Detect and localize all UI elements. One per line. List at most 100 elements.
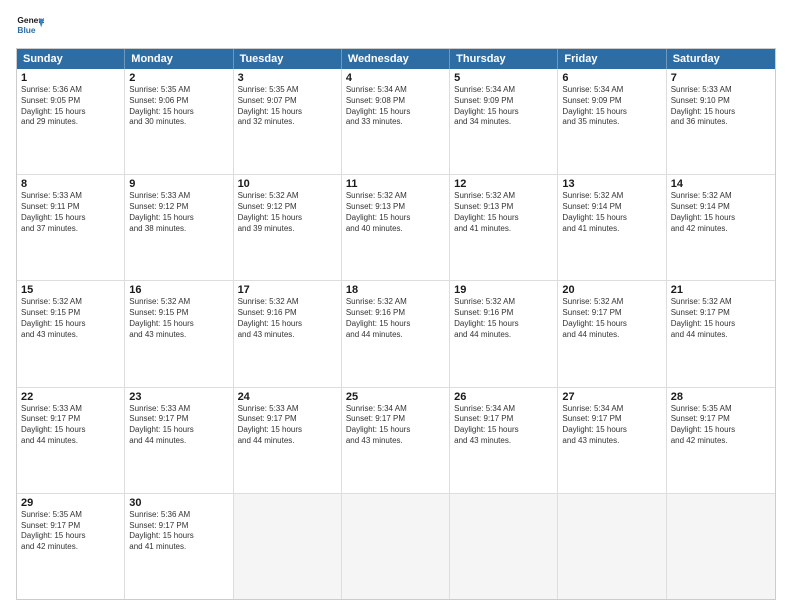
day-number: 26 (454, 391, 553, 403)
day-info: Sunrise: 5:36 AM Sunset: 9:17 PM Dayligh… (129, 510, 228, 553)
day-number: 1 (21, 72, 120, 84)
day-number: 30 (129, 497, 228, 509)
day-info: Sunrise: 5:33 AM Sunset: 9:17 PM Dayligh… (21, 404, 120, 447)
cal-cell-empty-4-4 (450, 494, 558, 599)
cal-cell-19: 19Sunrise: 5:32 AM Sunset: 9:16 PM Dayli… (450, 281, 558, 386)
day-info: Sunrise: 5:35 AM Sunset: 9:07 PM Dayligh… (238, 85, 337, 128)
cal-cell-4: 4Sunrise: 5:34 AM Sunset: 9:08 PM Daylig… (342, 69, 450, 174)
day-number: 8 (21, 178, 120, 190)
svg-text:Blue: Blue (17, 25, 35, 35)
logo-icon: General Blue (16, 12, 44, 40)
cal-cell-30: 30Sunrise: 5:36 AM Sunset: 9:17 PM Dayli… (125, 494, 233, 599)
day-number: 4 (346, 72, 445, 84)
cal-cell-empty-4-6 (667, 494, 775, 599)
day-info: Sunrise: 5:34 AM Sunset: 9:17 PM Dayligh… (562, 404, 661, 447)
day-info: Sunrise: 5:32 AM Sunset: 9:17 PM Dayligh… (562, 297, 661, 340)
cal-cell-8: 8Sunrise: 5:33 AM Sunset: 9:11 PM Daylig… (17, 175, 125, 280)
day-info: Sunrise: 5:32 AM Sunset: 9:15 PM Dayligh… (129, 297, 228, 340)
day-info: Sunrise: 5:32 AM Sunset: 9:14 PM Dayligh… (671, 191, 771, 234)
cal-cell-14: 14Sunrise: 5:32 AM Sunset: 9:14 PM Dayli… (667, 175, 775, 280)
cal-cell-empty-4-2 (234, 494, 342, 599)
cal-cell-11: 11Sunrise: 5:32 AM Sunset: 9:13 PM Dayli… (342, 175, 450, 280)
header: General Blue (16, 12, 776, 40)
cal-cell-18: 18Sunrise: 5:32 AM Sunset: 9:16 PM Dayli… (342, 281, 450, 386)
day-number: 16 (129, 284, 228, 296)
cal-cell-12: 12Sunrise: 5:32 AM Sunset: 9:13 PM Dayli… (450, 175, 558, 280)
day-number: 22 (21, 391, 120, 403)
calendar-row-0: 1Sunrise: 5:36 AM Sunset: 9:05 PM Daylig… (17, 69, 775, 175)
day-number: 29 (21, 497, 120, 509)
day-number: 9 (129, 178, 228, 190)
day-number: 24 (238, 391, 337, 403)
day-number: 21 (671, 284, 771, 296)
day-number: 7 (671, 72, 771, 84)
cal-cell-26: 26Sunrise: 5:34 AM Sunset: 9:17 PM Dayli… (450, 388, 558, 493)
calendar-header: SundayMondayTuesdayWednesdayThursdayFrid… (17, 49, 775, 69)
day-info: Sunrise: 5:32 AM Sunset: 9:12 PM Dayligh… (238, 191, 337, 234)
day-info: Sunrise: 5:32 AM Sunset: 9:16 PM Dayligh… (346, 297, 445, 340)
day-number: 14 (671, 178, 771, 190)
day-info: Sunrise: 5:33 AM Sunset: 9:10 PM Dayligh… (671, 85, 771, 128)
day-number: 17 (238, 284, 337, 296)
cal-cell-17: 17Sunrise: 5:32 AM Sunset: 9:16 PM Dayli… (234, 281, 342, 386)
cal-cell-15: 15Sunrise: 5:32 AM Sunset: 9:15 PM Dayli… (17, 281, 125, 386)
day-info: Sunrise: 5:34 AM Sunset: 9:08 PM Dayligh… (346, 85, 445, 128)
day-number: 18 (346, 284, 445, 296)
day-number: 11 (346, 178, 445, 190)
calendar-body: 1Sunrise: 5:36 AM Sunset: 9:05 PM Daylig… (17, 69, 775, 599)
day-info: Sunrise: 5:34 AM Sunset: 9:17 PM Dayligh… (454, 404, 553, 447)
cal-cell-1: 1Sunrise: 5:36 AM Sunset: 9:05 PM Daylig… (17, 69, 125, 174)
cal-cell-2: 2Sunrise: 5:35 AM Sunset: 9:06 PM Daylig… (125, 69, 233, 174)
calendar-row-3: 22Sunrise: 5:33 AM Sunset: 9:17 PM Dayli… (17, 388, 775, 494)
cal-cell-22: 22Sunrise: 5:33 AM Sunset: 9:17 PM Dayli… (17, 388, 125, 493)
day-info: Sunrise: 5:33 AM Sunset: 9:17 PM Dayligh… (129, 404, 228, 447)
day-info: Sunrise: 5:35 AM Sunset: 9:17 PM Dayligh… (671, 404, 771, 447)
day-info: Sunrise: 5:32 AM Sunset: 9:14 PM Dayligh… (562, 191, 661, 234)
cal-cell-empty-4-3 (342, 494, 450, 599)
cal-cell-6: 6Sunrise: 5:34 AM Sunset: 9:09 PM Daylig… (558, 69, 666, 174)
day-number: 6 (562, 72, 661, 84)
day-info: Sunrise: 5:34 AM Sunset: 9:09 PM Dayligh… (562, 85, 661, 128)
day-number: 12 (454, 178, 553, 190)
header-day-tuesday: Tuesday (234, 49, 342, 69)
cal-cell-25: 25Sunrise: 5:34 AM Sunset: 9:17 PM Dayli… (342, 388, 450, 493)
day-info: Sunrise: 5:35 AM Sunset: 9:17 PM Dayligh… (21, 510, 120, 553)
cal-cell-13: 13Sunrise: 5:32 AM Sunset: 9:14 PM Dayli… (558, 175, 666, 280)
header-day-sunday: Sunday (17, 49, 125, 69)
day-number: 23 (129, 391, 228, 403)
day-info: Sunrise: 5:32 AM Sunset: 9:13 PM Dayligh… (454, 191, 553, 234)
day-info: Sunrise: 5:32 AM Sunset: 9:16 PM Dayligh… (454, 297, 553, 340)
cal-cell-20: 20Sunrise: 5:32 AM Sunset: 9:17 PM Dayli… (558, 281, 666, 386)
cal-cell-empty-4-5 (558, 494, 666, 599)
header-day-saturday: Saturday (667, 49, 775, 69)
day-number: 28 (671, 391, 771, 403)
header-day-thursday: Thursday (450, 49, 558, 69)
day-info: Sunrise: 5:33 AM Sunset: 9:12 PM Dayligh… (129, 191, 228, 234)
day-number: 20 (562, 284, 661, 296)
day-number: 27 (562, 391, 661, 403)
day-info: Sunrise: 5:33 AM Sunset: 9:11 PM Dayligh… (21, 191, 120, 234)
cal-cell-23: 23Sunrise: 5:33 AM Sunset: 9:17 PM Dayli… (125, 388, 233, 493)
day-number: 5 (454, 72, 553, 84)
calendar-row-2: 15Sunrise: 5:32 AM Sunset: 9:15 PM Dayli… (17, 281, 775, 387)
day-number: 15 (21, 284, 120, 296)
day-info: Sunrise: 5:32 AM Sunset: 9:16 PM Dayligh… (238, 297, 337, 340)
calendar-row-1: 8Sunrise: 5:33 AM Sunset: 9:11 PM Daylig… (17, 175, 775, 281)
day-number: 19 (454, 284, 553, 296)
day-info: Sunrise: 5:32 AM Sunset: 9:15 PM Dayligh… (21, 297, 120, 340)
day-number: 13 (562, 178, 661, 190)
cal-cell-7: 7Sunrise: 5:33 AM Sunset: 9:10 PM Daylig… (667, 69, 775, 174)
day-info: Sunrise: 5:34 AM Sunset: 9:09 PM Dayligh… (454, 85, 553, 128)
header-day-friday: Friday (558, 49, 666, 69)
page: General Blue SundayMondayTuesdayWednesda… (0, 0, 792, 612)
cal-cell-9: 9Sunrise: 5:33 AM Sunset: 9:12 PM Daylig… (125, 175, 233, 280)
day-number: 2 (129, 72, 228, 84)
calendar: SundayMondayTuesdayWednesdayThursdayFrid… (16, 48, 776, 600)
cal-cell-21: 21Sunrise: 5:32 AM Sunset: 9:17 PM Dayli… (667, 281, 775, 386)
cal-cell-29: 29Sunrise: 5:35 AM Sunset: 9:17 PM Dayli… (17, 494, 125, 599)
day-number: 3 (238, 72, 337, 84)
header-day-monday: Monday (125, 49, 233, 69)
cal-cell-16: 16Sunrise: 5:32 AM Sunset: 9:15 PM Dayli… (125, 281, 233, 386)
day-number: 25 (346, 391, 445, 403)
header-day-wednesday: Wednesday (342, 49, 450, 69)
